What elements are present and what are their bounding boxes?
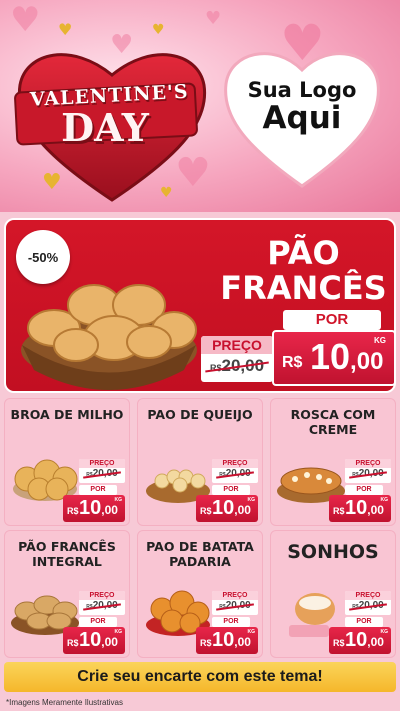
preco-label: PREÇO xyxy=(212,459,258,468)
old-price: R$20,00 xyxy=(79,600,125,611)
price-value: 10,00 xyxy=(345,497,384,520)
old-price: R$20,00 xyxy=(79,468,125,479)
price-cents: ,00 xyxy=(367,503,384,517)
unit-label: KG xyxy=(247,629,256,635)
footnote: *Imagens Meramente Ilustrativas xyxy=(6,698,123,707)
currency: R$ xyxy=(67,506,79,516)
logo-line1: Sua Logo xyxy=(247,78,357,102)
new-price-box: R$ 10,00 KG xyxy=(329,627,391,654)
product-name: ROSCA COM CREME xyxy=(290,407,376,437)
price-cents: ,00 xyxy=(234,635,251,649)
preco-label: PREÇO xyxy=(345,591,391,600)
old-price-box: PREÇO R$20,00 xyxy=(201,336,273,382)
product-name: PÃO FRANCÊS INTEGRAL xyxy=(18,539,116,569)
product-card: SONHOS PREÇO R$20,00 POR R$ 10,00 KG xyxy=(270,530,396,658)
product-name: PAO DE BATATA PADARIA xyxy=(146,539,254,569)
preco-label: PREÇO xyxy=(212,591,258,600)
new-price-box: R$ 10,00 KG xyxy=(196,495,258,522)
cta-banner[interactable]: Crie seu encarte com este tema! xyxy=(4,662,396,692)
currency: R$ xyxy=(333,506,345,516)
price-int: 10 xyxy=(310,336,351,377)
logo-placeholder: Sua Logo Aqui xyxy=(218,78,386,136)
price-cents: ,00 xyxy=(367,635,384,649)
featured-title-line1: PÃO xyxy=(267,234,340,272)
price-cents: ,00 xyxy=(101,635,118,649)
product-name: BROA DE MILHO xyxy=(10,407,124,422)
new-price-box: R$ 10,00 KG xyxy=(196,627,258,654)
preco-label: PREÇO xyxy=(79,591,125,600)
featured-title: PÃO FRANCÊS xyxy=(211,234,396,308)
por-label: POR xyxy=(345,617,383,627)
gold-heart-icon: ♥ xyxy=(58,20,73,39)
old-price: R$20,00 xyxy=(201,356,273,376)
preco-label: PREÇO xyxy=(345,459,391,468)
gold-heart-icon: ♥ xyxy=(152,22,165,38)
price-int: 10 xyxy=(212,497,235,519)
new-price-box: R$ 10,00 KG xyxy=(329,495,391,522)
unit-label: KG xyxy=(114,629,123,635)
por-label: POR xyxy=(212,617,250,627)
unit-label: KG xyxy=(380,629,389,635)
old-price: R$20,00 xyxy=(345,600,391,611)
price-value: 10,00 xyxy=(212,497,251,520)
currency: R$ xyxy=(333,638,345,648)
preco-label: PREÇO xyxy=(79,459,125,468)
featured-title-line2: FRANCÊS xyxy=(220,269,387,308)
old-price-box: PREÇO R$20,00 xyxy=(79,591,125,615)
old-price: R$20,00 xyxy=(212,600,258,611)
old-price-box: PREÇO R$20,00 xyxy=(79,459,125,483)
price-cents: ,00 xyxy=(350,348,384,375)
old-price-box: PREÇO R$20,00 xyxy=(212,591,258,615)
price-value: 10,00 xyxy=(79,629,118,652)
por-label: POR xyxy=(345,485,383,495)
por-label: POR xyxy=(212,485,250,495)
old-price-box: PREÇO R$20,00 xyxy=(212,459,258,483)
price-value: 10,00 xyxy=(345,629,384,652)
price-value: 10,00 xyxy=(79,497,118,520)
header-banner: ♥ ♥ ♥ ♥ ♥ ♥ ♥ ♥ ♥ VALENTINE'S DAY Sua Lo… xyxy=(0,0,400,212)
price-int: 10 xyxy=(79,497,102,519)
discount-badge: -50% xyxy=(16,230,70,284)
product-card: ROSCA COM CREME PREÇO R$20,00 POR R$ 10,… xyxy=(270,398,396,526)
unit-label: KG xyxy=(380,497,389,503)
logo-line2: Aqui xyxy=(262,100,342,136)
product-card: PAO DE QUEIJO PREÇO R$20,00 POR R$ 10,00… xyxy=(137,398,263,526)
product-card: PÃO FRANCÊS INTEGRAL PREÇO R$20,00 POR R… xyxy=(4,530,130,658)
product-card: BROA DE MILHO PREÇO R$20,00 POR R$ 10,00… xyxy=(4,398,130,526)
price-int: 10 xyxy=(212,629,235,651)
unit-label: KG xyxy=(247,497,256,503)
product-card: PAO DE BATATA PADARIA PREÇO R$20,00 POR … xyxy=(137,530,263,658)
old-price: R$20,00 xyxy=(345,468,391,479)
heart-decor-icon: ♥ xyxy=(10,0,41,40)
old-price: R$20,00 xyxy=(212,468,258,479)
product-name: PAO DE QUEIJO xyxy=(147,407,253,422)
por-label: POR xyxy=(79,485,117,495)
price-cents: ,00 xyxy=(234,503,251,517)
old-price-box: PREÇO R$20,00 xyxy=(345,459,391,483)
currency: R$ xyxy=(200,638,212,648)
por-label: POR xyxy=(283,310,381,330)
new-price-box: R$ 10,00 KG xyxy=(63,627,125,654)
featured-product-card: -50% PÃO FRANCÊS POR PREÇO R$20,00 R$ 10… xyxy=(4,218,396,393)
price-value: 10,00 xyxy=(212,629,251,652)
price-int: 10 xyxy=(79,629,102,651)
unit-label: KG xyxy=(114,497,123,503)
badge-title-line2: DAY xyxy=(61,105,149,150)
price-value: 10,00 xyxy=(310,336,383,378)
heart-decor-icon: ♥ xyxy=(205,8,222,29)
preco-label: PREÇO xyxy=(201,336,273,354)
price-cents: ,00 xyxy=(101,503,118,517)
currency: R$ xyxy=(200,506,212,516)
product-name: SONHOS xyxy=(287,541,379,563)
currency: R$ xyxy=(67,638,79,648)
new-price-box: R$ 10,00 KG xyxy=(272,330,396,386)
new-price-box: R$ 10,00 KG xyxy=(63,495,125,522)
price-int: 10 xyxy=(345,629,368,651)
por-label: POR xyxy=(79,617,117,627)
unit-label: KG xyxy=(374,336,386,345)
old-price-box: PREÇO R$20,00 xyxy=(345,591,391,615)
price-int: 10 xyxy=(345,497,368,519)
currency: R$ xyxy=(282,354,303,371)
